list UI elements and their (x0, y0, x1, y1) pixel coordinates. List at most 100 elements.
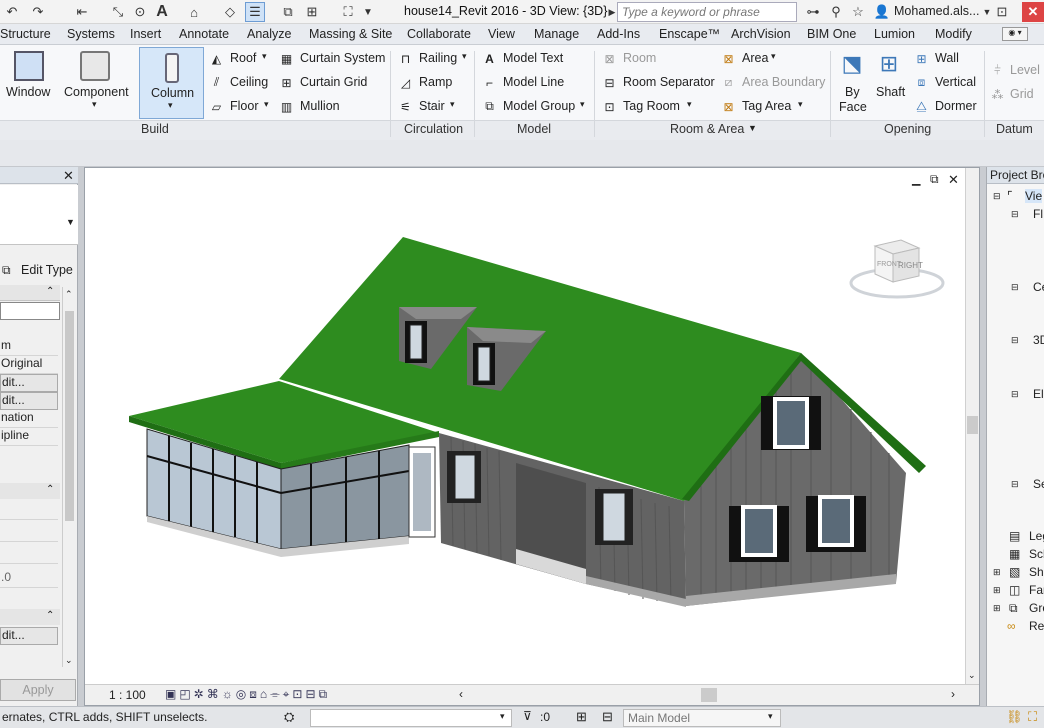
apply-button[interactable]: Apply (0, 679, 76, 701)
curtain-grid-button[interactable]: Curtain Grid (300, 75, 367, 89)
collapse-icon[interactable]: ⌃ (46, 286, 54, 297)
component-icon[interactable] (80, 51, 110, 81)
customize-icon[interactable]: ⛶ (338, 2, 358, 22)
floor-dropdown-icon[interactable]: ▾ (264, 99, 269, 110)
tab-modify[interactable]: Modify (935, 27, 972, 41)
star-icon[interactable]: ☆ (848, 2, 868, 22)
workset-select[interactable] (310, 709, 512, 727)
room-button[interactable]: Room (623, 51, 656, 65)
area-boundary-button[interactable]: Area Boundary (742, 75, 825, 89)
browser-item-revit-links[interactable]: Re (1029, 619, 1044, 633)
shaft-button[interactable]: Shaft (876, 85, 905, 99)
browser-item-sections[interactable]: Se (1033, 477, 1044, 491)
thin-lines-icon[interactable]: ☰ (245, 2, 265, 22)
filter-icon[interactable]: ⊽ (523, 709, 532, 723)
scroll-down-icon[interactable]: ⌄ (65, 655, 73, 666)
window-button[interactable]: Window (6, 85, 50, 99)
grid-button[interactable]: Grid (1010, 87, 1034, 101)
switch-windows-icon[interactable]: ⊞ (302, 2, 322, 22)
workset-dropdown-icon[interactable]: ▾ (500, 711, 505, 722)
component-button[interactable]: Component (64, 85, 129, 99)
browser-item-schedules[interactable]: Sch (1029, 547, 1044, 561)
collapse-icon[interactable]: ⊟ (1011, 209, 1019, 220)
worksets-icon[interactable]: ⛭ (284, 709, 294, 725)
railing-button[interactable]: Railing (419, 51, 457, 65)
room-area-panel-title[interactable]: Room & Area (670, 122, 744, 136)
edit-type-button[interactable]: Edit Type (21, 263, 73, 277)
collapse-icon[interactable]: ⊟ (1011, 282, 1019, 293)
tab-collaborate[interactable]: Collaborate (407, 27, 471, 41)
browser-item-legends[interactable]: Leg (1029, 529, 1044, 543)
browser-item-views[interactable]: Vie (1025, 189, 1043, 203)
binoculars-icon[interactable]: ⊶ (803, 2, 823, 22)
design-options-icon[interactable]: ⊞ (576, 709, 587, 725)
wall-opening-button[interactable]: Wall (935, 51, 959, 65)
browser-item-elevations[interactable]: El (1033, 387, 1044, 401)
collapse-icon[interactable]: ⌃ (46, 484, 54, 495)
design-option-select[interactable]: Main Model (623, 709, 781, 727)
component-dropdown-icon[interactable]: ▾ (92, 99, 97, 110)
floor-button[interactable]: Floor (230, 99, 258, 113)
stair-dropdown-icon[interactable]: ▾ (450, 99, 455, 110)
curtain-system-button[interactable]: Curtain System (300, 51, 385, 65)
select-links-icon[interactable]: ⛓ (1006, 709, 1023, 725)
user-name[interactable]: Mohamed.als... (894, 4, 979, 18)
hscroll-right-icon[interactable]: › (951, 687, 955, 701)
browser-item-ceiling-plans[interactable]: Ce (1033, 280, 1044, 294)
tab-view[interactable]: View (488, 27, 515, 41)
browser-item-families[interactable]: Fan (1029, 583, 1044, 597)
tab-structure[interactable]: Structure (0, 27, 51, 41)
measure-icon[interactable]: ⇤ (72, 2, 92, 22)
collapse-icon[interactable]: ⌃ (46, 610, 54, 621)
property-edit-button[interactable]: dit... (0, 374, 58, 392)
tag-area-dropdown-icon[interactable]: ▾ (798, 99, 803, 110)
type-selector-dropdown-icon[interactable]: ▼ (66, 217, 75, 227)
expand-icon[interactable]: ⊞ (993, 603, 1001, 614)
collapse-icon[interactable]: ⊟ (1011, 479, 1019, 490)
by-face-label-1[interactable]: By (845, 85, 860, 99)
search-input[interactable]: Type a keyword or phrase (617, 2, 797, 22)
house-model[interactable] (85, 168, 979, 675)
tab-annotate[interactable]: Annotate (179, 27, 229, 41)
property-edit-button[interactable]: dit... (0, 627, 58, 645)
browser-item-3d-views[interactable]: 3D (1033, 333, 1044, 347)
expand-icon[interactable]: ⊞ (993, 585, 1001, 596)
model-line-button[interactable]: Model Line (503, 75, 564, 89)
vscroll-thumb[interactable] (967, 416, 978, 434)
tab-bim-one[interactable]: BIM One (807, 27, 856, 41)
tab-insert[interactable]: Insert (130, 27, 161, 41)
section-icon[interactable]: ◇ (220, 2, 240, 22)
vscroll-down-icon[interactable]: ⌄ (968, 670, 976, 681)
vertical-opening-button[interactable]: Vertical (935, 75, 976, 89)
by-face-label-2[interactable]: Face (839, 100, 867, 114)
window-icon[interactable] (14, 51, 44, 81)
level-button[interactable]: Level (1010, 63, 1040, 77)
chevron-down-icon[interactable]: ▼ (358, 2, 378, 22)
hscroll-thumb[interactable] (701, 688, 717, 702)
property-edit-button[interactable]: dit... (0, 392, 58, 410)
tag-room-button[interactable]: Tag Room (623, 99, 680, 113)
model-group-button[interactable]: Model Group (503, 99, 575, 113)
tab-manage[interactable]: Manage (534, 27, 579, 41)
roof-button[interactable]: Roof (230, 51, 256, 65)
tag-room-dropdown-icon[interactable]: ▾ (687, 99, 692, 110)
tab-lumion[interactable]: Lumion (874, 27, 915, 41)
area-button[interactable]: Area (742, 51, 768, 65)
scroll-thumb[interactable] (65, 311, 74, 521)
view-control-icons[interactable]: ▣◰✲⌘☼◎⧈⌂⌯⌖⊡⊟⧉ (165, 687, 330, 702)
tab-archvision[interactable]: ArchVision (731, 27, 791, 41)
tab-add-ins[interactable]: Add-Ins (597, 27, 640, 41)
railing-dropdown-icon[interactable]: ▾ (462, 51, 467, 62)
user-icon[interactable]: 👤 (872, 2, 892, 22)
stair-button[interactable]: Stair (419, 99, 445, 113)
properties-close-icon[interactable]: ✕ (63, 168, 74, 184)
undo-icon[interactable]: ↶ (2, 2, 22, 22)
text-icon[interactable]: A (152, 2, 172, 22)
mullion-button[interactable]: Mullion (300, 99, 340, 113)
tab-systems[interactable]: Systems (67, 27, 115, 41)
ribbon-minimize-icon[interactable]: ◉ ▾ (1002, 27, 1028, 41)
close-hidden-icon[interactable]: ⧉ (278, 2, 298, 22)
dimension-icon[interactable]: ⤡ (108, 2, 128, 22)
collapse-icon[interactable]: ⊟ (1011, 335, 1019, 346)
area-dropdown-icon[interactable]: ▾ (771, 51, 776, 62)
